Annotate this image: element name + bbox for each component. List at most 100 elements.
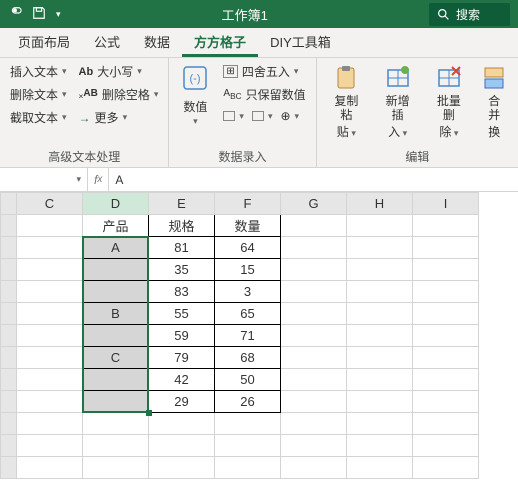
tab-data[interactable]: 数据 (132, 26, 182, 57)
cell-G1[interactable] (281, 215, 347, 237)
cell-E9[interactable]: 29 (149, 391, 215, 413)
row-header[interactable] (1, 391, 17, 413)
cell-I8[interactable] (413, 369, 479, 391)
row-header[interactable] (1, 435, 17, 457)
cell-H10[interactable] (347, 413, 413, 435)
cell-E7[interactable]: 79 (149, 347, 215, 369)
formula-value[interactable]: A (109, 173, 129, 187)
cell-H11[interactable] (347, 435, 413, 457)
batch-delete-button[interactable]: 批量删除 ▾ (427, 62, 470, 146)
cell-C6[interactable] (17, 325, 83, 347)
cell-H8[interactable] (347, 369, 413, 391)
cell-F1[interactable]: 数量 (215, 215, 281, 237)
row-header[interactable] (1, 215, 17, 237)
cell-G10[interactable] (281, 413, 347, 435)
cell-E10[interactable] (149, 413, 215, 435)
cell-E2[interactable]: 81 (149, 237, 215, 259)
cell-D8[interactable] (83, 369, 149, 391)
cell-D3[interactable] (83, 259, 149, 281)
cell-D6[interactable] (83, 325, 149, 347)
cell-H5[interactable] (347, 303, 413, 325)
cell-D4[interactable] (83, 281, 149, 303)
row-header[interactable] (1, 457, 17, 479)
cell-G5[interactable] (281, 303, 347, 325)
cell-E4[interactable]: 83 (149, 281, 215, 303)
cell-G6[interactable] (281, 325, 347, 347)
extract-text-button[interactable]: 截取文本 ▾ (8, 108, 69, 127)
cell-G3[interactable] (281, 259, 347, 281)
cell-I9[interactable] (413, 391, 479, 413)
cell-D5[interactable]: B (83, 303, 149, 325)
cell-D10[interactable] (83, 413, 149, 435)
copy-paste-button[interactable]: 复制粘贴 ▾ (325, 62, 368, 146)
fx-label[interactable]: fx (88, 168, 109, 191)
cell-C3[interactable] (17, 259, 83, 281)
cell-I10[interactable] (413, 413, 479, 435)
col-header-G[interactable]: G (281, 193, 347, 215)
cell-G11[interactable] (281, 435, 347, 457)
tab-fangfang[interactable]: 方方格子 (182, 26, 258, 57)
cell-D12[interactable] (83, 457, 149, 479)
row-header[interactable] (1, 237, 17, 259)
cell-E12[interactable] (149, 457, 215, 479)
cell-C4[interactable] (17, 281, 83, 303)
cell-E11[interactable] (149, 435, 215, 457)
delete-text-button[interactable]: 删除文本 ▾ (8, 85, 69, 104)
cell-F12[interactable] (215, 457, 281, 479)
trim-spaces-button[interactable]: ×AB 删除空格 ▾ (77, 85, 161, 104)
cell-C11[interactable] (17, 435, 83, 457)
cell-E5[interactable]: 55 (149, 303, 215, 325)
insert-text-button[interactable]: 插入文本 ▾ (8, 62, 69, 81)
cell-D7[interactable]: C (83, 347, 149, 369)
cell-C12[interactable] (17, 457, 83, 479)
cell-E8[interactable]: 42 (149, 369, 215, 391)
cell-F7[interactable]: 68 (215, 347, 281, 369)
cell-H7[interactable] (347, 347, 413, 369)
cell-I11[interactable] (413, 435, 479, 457)
cell-F2[interactable]: 64 (215, 237, 281, 259)
cell-I4[interactable] (413, 281, 479, 303)
cell-F10[interactable] (215, 413, 281, 435)
cell-H4[interactable] (347, 281, 413, 303)
cell-F6[interactable]: 71 (215, 325, 281, 347)
cell-F5[interactable]: 65 (215, 303, 281, 325)
cell-D9[interactable] (83, 391, 149, 413)
col-header-C[interactable]: C (17, 193, 83, 215)
select-all-corner[interactable] (1, 193, 17, 215)
cell-H2[interactable] (347, 237, 413, 259)
tab-formulas[interactable]: 公式 (82, 26, 132, 57)
cell-C9[interactable] (17, 391, 83, 413)
cell-I2[interactable] (413, 237, 479, 259)
insert-button[interactable]: 新增插入 ▾ (376, 62, 419, 146)
cell-H9[interactable] (347, 391, 413, 413)
name-box[interactable]: ▾ (0, 168, 88, 191)
cell-H6[interactable] (347, 325, 413, 347)
merge-button[interactable]: 合并换 (478, 62, 510, 146)
cell-I6[interactable] (413, 325, 479, 347)
save-icon[interactable] (32, 6, 46, 23)
cell-C2[interactable] (17, 237, 83, 259)
col-header-H[interactable]: H (347, 193, 413, 215)
row-header[interactable] (1, 413, 17, 435)
cell-F8[interactable]: 50 (215, 369, 281, 391)
cell-G8[interactable] (281, 369, 347, 391)
autosave-icon[interactable] (8, 6, 22, 23)
cell-I12[interactable] (413, 457, 479, 479)
cell-H12[interactable] (347, 457, 413, 479)
keep-values-button[interactable]: ABC 只保留数值 (221, 85, 307, 104)
cell-C1[interactable] (17, 215, 83, 237)
cell-I1[interactable] (413, 215, 479, 237)
cell-G7[interactable] (281, 347, 347, 369)
row-header[interactable] (1, 303, 17, 325)
cell-C10[interactable] (17, 413, 83, 435)
cell-F11[interactable] (215, 435, 281, 457)
col-header-D[interactable]: D (83, 193, 149, 215)
more-text-button[interactable]: → 更多 ▾ (77, 108, 161, 127)
cell-F9[interactable]: 26 (215, 391, 281, 413)
cell-C5[interactable] (17, 303, 83, 325)
cell-D2[interactable]: A (83, 237, 149, 259)
row-header[interactable] (1, 259, 17, 281)
cell-G2[interactable] (281, 237, 347, 259)
tab-diy[interactable]: DIY工具箱 (258, 26, 343, 57)
cell-E6[interactable]: 59 (149, 325, 215, 347)
